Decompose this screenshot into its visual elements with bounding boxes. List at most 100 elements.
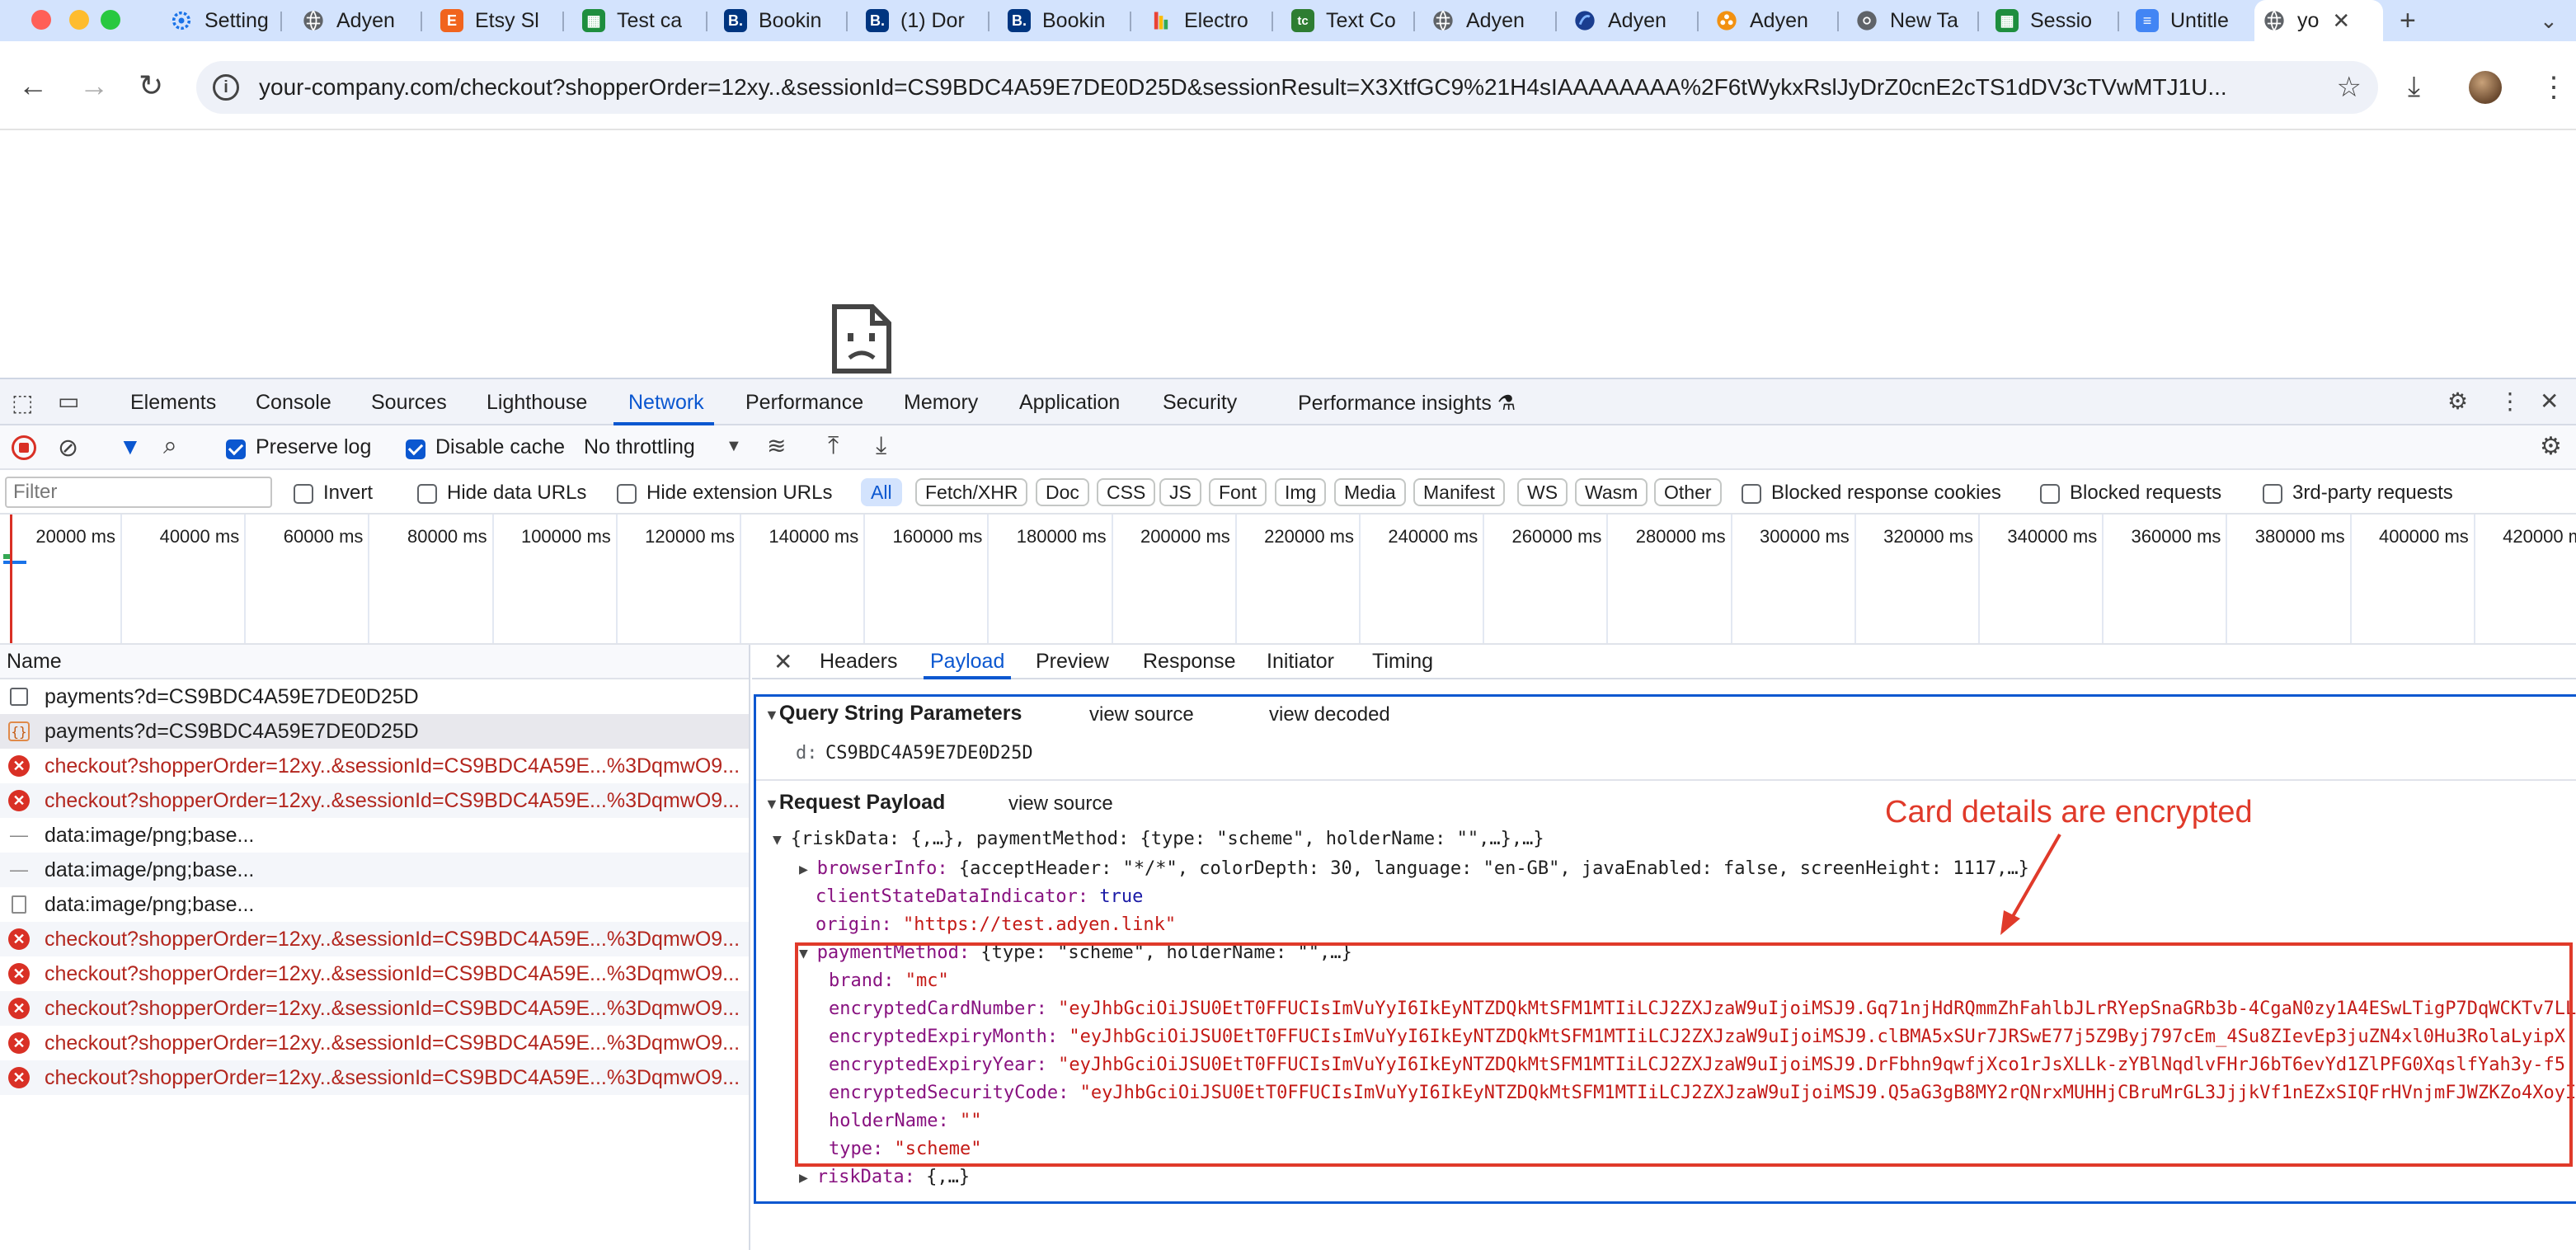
- filter-chip-ws[interactable]: WS: [1517, 478, 1568, 506]
- filter-chip-doc[interactable]: Doc: [1036, 478, 1089, 506]
- tab-search-icon[interactable]: ⌄: [2540, 8, 2558, 34]
- maximize-window-button[interactable]: [101, 10, 120, 30]
- request-row[interactable]: ✕ checkout?shopperOrder=12xy..&sessionId=…: [0, 922, 749, 956]
- reload-button[interactable]: ↻: [139, 69, 163, 102]
- view-decoded-link[interactable]: view decoded: [1269, 703, 1390, 726]
- browser-tab[interactable]: Adyen: [1423, 3, 1547, 38]
- request-row[interactable]: ✕ checkout?shopperOrder=12xy..&sessionId=…: [0, 1060, 749, 1095]
- payload-view-source-link[interactable]: view source: [1008, 792, 1113, 815]
- tab-memory[interactable]: Memory: [904, 391, 978, 415]
- back-button[interactable]: ←: [18, 69, 48, 102]
- request-row[interactable]: payments?d=CS9BDC4A59E7DE0D25D: [0, 679, 749, 714]
- tab-application[interactable]: Application: [1019, 391, 1120, 415]
- record-stop-icon[interactable]: [12, 435, 36, 460]
- inspect-element-icon[interactable]: ⬚: [12, 389, 33, 416]
- address-bar[interactable]: i your-company.com/checkout?shopperOrder…: [196, 61, 2378, 114]
- avatar[interactable]: [2469, 71, 2502, 104]
- filter-chip-manifest[interactable]: Manifest: [1413, 478, 1505, 506]
- request-row[interactable]: — data:image/png;base...: [0, 818, 749, 853]
- tab-timing[interactable]: Timing: [1372, 650, 1433, 674]
- tab-network[interactable]: Network: [628, 391, 704, 415]
- hide-data-urls-checkbox[interactable]: [417, 482, 437, 505]
- hide-extension-urls-checkbox[interactable]: [617, 482, 637, 505]
- browser-tab[interactable]: ≡ Untitle: [2127, 3, 2251, 38]
- site-info-icon[interactable]: i: [213, 74, 239, 101]
- request-row[interactable]: ✕ checkout?shopperOrder=12xy..&sessionId=…: [0, 1026, 749, 1060]
- tab-elements[interactable]: Elements: [130, 391, 216, 415]
- more-options-icon[interactable]: ⋮: [2498, 388, 2522, 415]
- browser-tab[interactable]: New Ta: [1847, 3, 1971, 38]
- browser-tab[interactable]: Setting: [162, 3, 277, 38]
- chevron-down-icon[interactable]: ▼: [726, 437, 742, 456]
- tab-sources[interactable]: Sources: [371, 391, 447, 415]
- search-icon[interactable]: ⌕: [163, 432, 177, 460]
- network-settings-icon[interactable]: ⚙: [2540, 432, 2562, 461]
- menu-icon[interactable]: ⋮: [2540, 71, 2568, 104]
- view-source-link[interactable]: view source: [1089, 703, 1194, 726]
- close-window-button[interactable]: [31, 10, 51, 30]
- filter-chip-media[interactable]: Media: [1334, 478, 1406, 506]
- tab-payload[interactable]: Payload: [930, 650, 1004, 674]
- browser-tab-active[interactable]: yo ✕: [2254, 0, 2383, 41]
- filter-chip-all[interactable]: All: [861, 478, 902, 506]
- browser-tab[interactable]: E Etsy Sl: [432, 3, 556, 38]
- throttling-select[interactable]: No throttling: [584, 435, 695, 459]
- risk-data-row[interactable]: ▶ riskData: {,…}: [799, 1167, 970, 1187]
- network-timeline-overview[interactable]: 20000 ms 40000 ms 60000 ms 80000 ms 100000 m…: [0, 515, 2576, 645]
- request-list-header[interactable]: Name: [0, 645, 749, 679]
- browser-tab[interactable]: Electro: [1141, 3, 1265, 38]
- blocked-requests-checkbox[interactable]: [2040, 482, 2060, 505]
- upload-har-icon[interactable]: ⤒: [828, 432, 839, 460]
- tab-headers[interactable]: Headers: [820, 650, 898, 674]
- tab-lighthouse[interactable]: Lighthouse: [487, 391, 587, 415]
- browser-tab[interactable]: B. Bookin: [716, 3, 839, 38]
- request-payload-toggle[interactable]: ▼Request Payload: [764, 791, 945, 815]
- tab-performance-insights[interactable]: Performance insights ⚗: [1298, 391, 1516, 416]
- tab-initiator[interactable]: Initiator: [1267, 650, 1334, 674]
- browser-tab[interactable]: ▦ Test ca: [574, 3, 698, 38]
- request-row[interactable]: — data:image/png;base...: [0, 853, 749, 887]
- settings-gear-icon[interactable]: ⚙: [2447, 388, 2468, 415]
- close-tab-icon[interactable]: ✕: [2332, 8, 2350, 34]
- download-icon[interactable]: ⤓: [2408, 71, 2420, 103]
- download-har-icon[interactable]: ⤓: [876, 432, 886, 460]
- close-detail-icon[interactable]: ✕: [773, 648, 792, 675]
- browserinfo-row[interactable]: ▶ browserInfo: {acceptHeader: "*/*", col…: [799, 858, 2029, 879]
- browser-tab[interactable]: Adyen: [294, 3, 409, 38]
- tab-preview[interactable]: Preview: [1036, 650, 1109, 674]
- query-params-toggle[interactable]: ▼Query String Parameters: [764, 702, 1022, 726]
- tab-response[interactable]: Response: [1143, 650, 1236, 674]
- filter-chip-fetch-xhr[interactable]: Fetch/XHR: [915, 478, 1028, 506]
- device-toolbar-icon[interactable]: ▭: [58, 388, 79, 415]
- tab-security[interactable]: Security: [1163, 391, 1237, 415]
- request-row[interactable]: ✕ checkout?shopperOrder=12xy..&sessionId=…: [0, 783, 749, 818]
- name-column-header[interactable]: Name: [7, 650, 62, 673]
- new-tab-button[interactable]: +: [2400, 5, 2416, 37]
- url-text[interactable]: your-company.com/checkout?shopperOrder=1…: [259, 74, 2337, 101]
- request-row[interactable]: data:image/png;base...: [0, 887, 749, 922]
- close-devtools-icon[interactable]: ✕: [2540, 388, 2559, 415]
- browser-tab[interactable]: Adyen: [1707, 3, 1831, 38]
- request-row[interactable]: {} payments?d=CS9BDC4A59E7DE0D25D: [0, 714, 749, 749]
- third-party-checkbox[interactable]: [2263, 482, 2282, 505]
- filter-chip-font[interactable]: Font: [1209, 478, 1267, 506]
- browser-tab[interactable]: ▦ Sessio: [1987, 3, 2111, 38]
- filter-chip-img[interactable]: Img: [1275, 478, 1327, 506]
- filter-chip-wasm[interactable]: Wasm: [1575, 478, 1648, 506]
- browser-tab[interactable]: tc Text Co: [1283, 3, 1407, 38]
- browser-tab[interactable]: B. Bookin: [999, 3, 1123, 38]
- browser-tab[interactable]: Adyen: [1565, 3, 1689, 38]
- filter-chip-other[interactable]: Other: [1654, 478, 1722, 506]
- request-row[interactable]: ✕ checkout?shopperOrder=12xy..&sessionId=…: [0, 749, 749, 783]
- request-row[interactable]: ✕ checkout?shopperOrder=12xy..&sessionId=…: [0, 956, 749, 991]
- network-conditions-icon[interactable]: ≋: [767, 432, 786, 459]
- bookmark-star-icon[interactable]: ☆: [2337, 71, 2362, 104]
- preserve-log-checkbox[interactable]: [226, 437, 246, 461]
- forward-button[interactable]: →: [79, 69, 109, 102]
- payload-root[interactable]: ▼ {riskData: {,…}, paymentMethod: {type:…: [773, 829, 1544, 849]
- clear-icon[interactable]: ⊘: [58, 434, 78, 463]
- filter-input[interactable]: Filter: [5, 477, 272, 508]
- disable-cache-checkbox[interactable]: [406, 437, 425, 461]
- filter-icon[interactable]: ▼: [119, 434, 142, 460]
- filter-chip-css[interactable]: CSS: [1097, 478, 1156, 506]
